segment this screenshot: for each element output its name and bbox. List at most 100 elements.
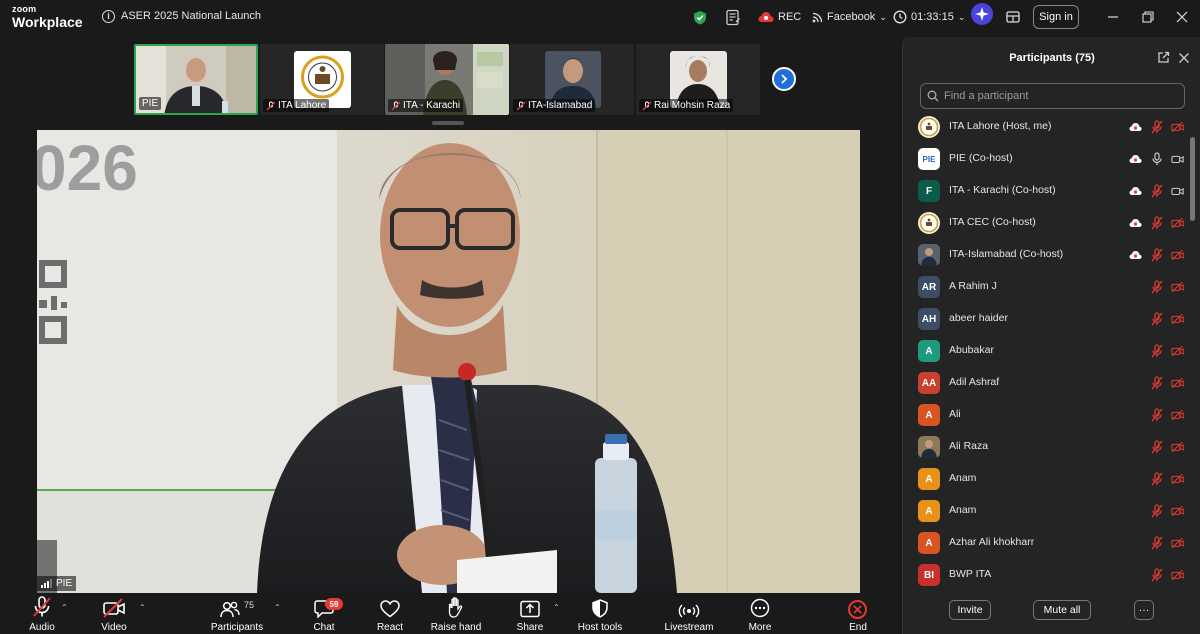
share-button[interactable]: Share bbox=[510, 593, 550, 634]
mic-muted-icon[interactable] bbox=[1150, 536, 1163, 550]
mic-muted-icon[interactable] bbox=[1150, 248, 1163, 262]
mic-muted-icon[interactable] bbox=[1150, 312, 1163, 326]
thumbnail-scroll-indicator[interactable] bbox=[432, 121, 464, 125]
restore-icon[interactable] bbox=[1140, 9, 1156, 25]
participant-row[interactable]: ITA CEC (Co-host) bbox=[903, 207, 1188, 239]
mic-muted-icon[interactable] bbox=[1150, 216, 1163, 230]
speaker-label: PIE bbox=[37, 576, 77, 591]
participant-status-icons bbox=[1150, 408, 1184, 422]
more-button[interactable]: More bbox=[740, 593, 780, 634]
thumbnail-ita-islamabad[interactable]: ITA-Islamabad bbox=[510, 44, 634, 115]
video-button[interactable]: Video bbox=[94, 593, 134, 634]
participant-row[interactable]: ITA Lahore (Host, me) bbox=[903, 111, 1188, 143]
mic-muted-icon[interactable] bbox=[1150, 120, 1163, 134]
participant-row[interactable]: AA Adil Ashraf bbox=[903, 367, 1188, 399]
mic-muted-icon[interactable] bbox=[1150, 376, 1163, 390]
participant-search-box[interactable] bbox=[920, 83, 1185, 109]
security-shield-icon[interactable] bbox=[693, 8, 707, 26]
avatar-initials: BI bbox=[924, 569, 934, 581]
video-off-icon[interactable] bbox=[1171, 409, 1184, 422]
mic-muted-icon bbox=[33, 596, 51, 617]
react-button[interactable]: React bbox=[370, 593, 410, 634]
participant-row[interactable]: AR A Rahim J bbox=[903, 271, 1188, 303]
participant-list-scrollbar[interactable] bbox=[1190, 137, 1195, 221]
participant-status-icons bbox=[1129, 184, 1184, 198]
participants-options-caret[interactable]: ⌃ bbox=[274, 603, 281, 612]
chevron-right-icon bbox=[781, 74, 788, 84]
info-icon[interactable]: i bbox=[102, 10, 115, 23]
end-call-icon[interactable] bbox=[848, 600, 867, 619]
thumbnail-rai-mohsin-raza[interactable]: Rai Mohsin Raza bbox=[636, 44, 760, 115]
minimize-icon[interactable] bbox=[1105, 9, 1121, 25]
video-off-icon[interactable] bbox=[1171, 569, 1184, 582]
zoom-meeting-window: zoom Workplace i ASER 2025 National Laun… bbox=[0, 0, 1200, 634]
mic-muted-icon[interactable] bbox=[1150, 504, 1163, 518]
profile-photo bbox=[921, 248, 937, 266]
participant-row[interactable]: PIE PIE (Co-host) bbox=[903, 143, 1188, 175]
video-off-icon[interactable] bbox=[1171, 249, 1184, 262]
raise-hand-button[interactable]: Raise hand bbox=[428, 593, 484, 634]
host-tools-button[interactable]: Host tools bbox=[574, 593, 626, 634]
next-page-button[interactable] bbox=[772, 67, 796, 91]
participant-search-input[interactable] bbox=[944, 90, 1174, 102]
mic-muted-icon bbox=[266, 101, 276, 110]
video-off-icon[interactable] bbox=[1171, 505, 1184, 518]
video-off-icon[interactable] bbox=[1171, 217, 1184, 230]
mute-all-button[interactable]: Mute all bbox=[1033, 600, 1091, 620]
participant-row[interactable]: A Azhar Ali khokharr bbox=[903, 527, 1188, 559]
sign-in-button[interactable]: Sign in bbox=[1033, 5, 1079, 29]
thumbnail-name: Rai Mohsin Raza bbox=[654, 100, 731, 111]
close-panel-icon[interactable] bbox=[1178, 51, 1192, 65]
participant-row[interactable]: A Anam bbox=[903, 495, 1188, 527]
livestream-button[interactable]: Livestream bbox=[662, 593, 716, 634]
meeting-timer[interactable]: 01:33:15 ⌄ bbox=[893, 8, 965, 26]
video-off-icon[interactable] bbox=[1171, 121, 1184, 134]
ai-companion-icon[interactable] bbox=[970, 3, 994, 25]
livestream-status[interactable]: Facebook ⌄ bbox=[812, 8, 887, 26]
video-off-icon[interactable] bbox=[1171, 345, 1184, 358]
participant-status-icons bbox=[1129, 120, 1184, 134]
participant-row[interactable]: ITA-Islamabad (Co-host) bbox=[903, 239, 1188, 271]
participant-row[interactable]: AH abeer haider bbox=[903, 303, 1188, 335]
video-off-icon[interactable] bbox=[1171, 377, 1184, 390]
mic-muted-icon[interactable] bbox=[1150, 184, 1163, 198]
participant-row[interactable]: A Ali bbox=[903, 399, 1188, 431]
pop-out-icon[interactable] bbox=[1157, 51, 1171, 65]
mic-muted-icon[interactable] bbox=[1150, 440, 1163, 454]
mic-muted-icon[interactable] bbox=[1150, 472, 1163, 486]
participant-row[interactable]: A Anam bbox=[903, 463, 1188, 495]
video-off-icon[interactable] bbox=[1171, 313, 1184, 326]
participant-row[interactable]: A Abubakar bbox=[903, 335, 1188, 367]
video-off-icon[interactable] bbox=[1171, 537, 1184, 550]
thumbnail-ita-lahore[interactable]: ITA Lahore bbox=[260, 44, 384, 115]
mic-muted-icon[interactable] bbox=[1150, 344, 1163, 358]
participants-button[interactable]: 75 Participants bbox=[207, 593, 267, 634]
close-icon[interactable] bbox=[1174, 9, 1190, 25]
cloud-record-icon bbox=[1129, 185, 1142, 198]
cloud-record-icon bbox=[1129, 121, 1142, 134]
recording-indicator[interactable]: REC bbox=[758, 8, 801, 26]
thumbnail-pie[interactable]: PIE bbox=[134, 44, 258, 115]
participant-row[interactable]: F ITA - Karachi (Co-host) bbox=[903, 175, 1188, 207]
thumbnail-ita-karachi[interactable]: ITA - Karachi bbox=[385, 44, 509, 115]
mic-muted-icon[interactable] bbox=[1150, 280, 1163, 294]
mic-muted-icon[interactable] bbox=[1150, 568, 1163, 582]
audio-button[interactable]: Audio bbox=[22, 593, 62, 634]
notes-icon[interactable] bbox=[725, 8, 741, 26]
panel-more-button[interactable]: ··· bbox=[1134, 600, 1154, 620]
invite-button[interactable]: Invite bbox=[949, 600, 991, 620]
video-icon[interactable] bbox=[1171, 185, 1184, 198]
participant-row[interactable]: BI BWP ITA bbox=[903, 559, 1188, 591]
participant-row[interactable]: Ali Raza bbox=[903, 431, 1188, 463]
video-options-caret[interactable]: ⌃ bbox=[139, 603, 146, 612]
apps-icon[interactable] bbox=[1006, 8, 1020, 26]
mic-muted-icon[interactable] bbox=[1150, 408, 1163, 422]
audio-options-caret[interactable]: ⌃ bbox=[61, 603, 68, 612]
avatar bbox=[918, 116, 940, 138]
share-options-caret[interactable]: ⌃ bbox=[553, 603, 560, 612]
video-off-icon[interactable] bbox=[1171, 473, 1184, 486]
video-icon[interactable] bbox=[1171, 153, 1184, 166]
video-off-icon[interactable] bbox=[1171, 441, 1184, 454]
mic-icon[interactable] bbox=[1150, 152, 1163, 166]
video-off-icon[interactable] bbox=[1171, 281, 1184, 294]
